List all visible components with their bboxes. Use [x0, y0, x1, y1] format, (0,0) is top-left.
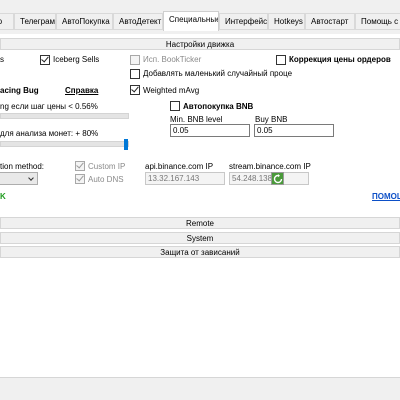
help-link[interactable]: Справка — [65, 86, 98, 96]
weighted-mavg-checkbox[interactable] — [130, 84, 140, 95]
custom-ip-checkbox[interactable] — [75, 160, 85, 171]
sells-label: s — [0, 55, 4, 64]
random-price-checkbox[interactable] — [130, 69, 140, 79]
ok-link[interactable]: K — [0, 192, 6, 202]
engine-settings-header[interactable]: Настройки движка — [0, 38, 400, 50]
bookticker-label: Исп. BookTicker — [143, 55, 202, 64]
stream-ip-label: stream.binance.com IP — [229, 162, 311, 171]
buy-bnb-input[interactable]: 0.05 — [254, 124, 334, 137]
order-price-correction-checkbox[interactable] — [276, 55, 286, 65]
spacing-bug-label: acing Bug — [0, 86, 39, 95]
system-section[interactable]: System — [0, 232, 400, 244]
check-icon — [131, 84, 139, 93]
iceberg-sells-label: Iceberg Sells — [53, 55, 100, 64]
tab-special[interactable]: Специальные — [163, 11, 219, 31]
bookticker-checkbox[interactable] — [130, 55, 140, 65]
freeze-protection-section[interactable]: Защита от зависаний — [0, 246, 400, 258]
stream-ip-input[interactable]: 54.248.138.15 — [229, 172, 309, 185]
auto-dns-label: Auto DNS — [88, 175, 124, 184]
tab-help[interactable]: Помощь с нас — [355, 13, 400, 29]
tab-hotkeys[interactable]: Hotkeys — [268, 13, 305, 29]
iceberg-sells-checkbox[interactable] — [40, 54, 50, 65]
chevron-down-icon — [28, 175, 34, 181]
auto-bnb-checkbox[interactable] — [170, 101, 180, 111]
price-step-slider[interactable] — [0, 113, 129, 119]
weighted-mavg-label: Weighted mAvg — [143, 86, 200, 95]
tab-telegram[interactable]: Телеграм — [14, 13, 56, 29]
tab-filter[interactable]: ьтер — [0, 13, 14, 29]
order-price-correction-label: Коррекция цены ордеров — [289, 55, 391, 64]
random-price-label: Добавлять маленький случайный проце — [143, 69, 293, 78]
tab-autostart[interactable]: Автостарт — [305, 13, 355, 29]
tab-bar: ьтер Телеграм АвтоПокупка АвтоДетект Спе… — [0, 0, 400, 34]
footer-bar — [0, 377, 400, 400]
api-ip-input[interactable]: 13.32.167.143 — [145, 172, 225, 185]
tab-autobuy[interactable]: АвтоПокупка — [56, 13, 113, 29]
check-icon — [41, 54, 49, 63]
min-bnb-input[interactable]: 0.05 — [170, 124, 250, 137]
refresh-icon[interactable] — [271, 172, 284, 185]
connection-method-label: tion method: — [0, 162, 45, 171]
coin-analysis-slider[interactable] — [0, 141, 129, 147]
check-icon — [76, 160, 84, 169]
custom-ip-label: Custom IP — [88, 162, 126, 171]
remote-section[interactable]: Remote — [0, 217, 400, 229]
api-ip-label: api.binance.com IP — [145, 162, 214, 171]
coin-analysis-slider-thumb[interactable] — [124, 139, 128, 150]
price-step-label: ng если шаг цены < 0.56% — [0, 102, 98, 111]
connection-method-dropdown[interactable] — [0, 172, 38, 185]
tab-autodetect[interactable]: АвтоДетект — [113, 13, 163, 29]
auto-bnb-label: Автопокупка BNB — [183, 102, 254, 111]
coin-analysis-label: для анализа монет: + 80% — [0, 129, 99, 138]
auto-dns-checkbox[interactable] — [75, 173, 85, 184]
help-link-2[interactable]: ПОМОЩ — [372, 192, 400, 202]
tab-interface[interactable]: Интерфейс — [219, 13, 268, 29]
check-icon — [76, 173, 84, 182]
